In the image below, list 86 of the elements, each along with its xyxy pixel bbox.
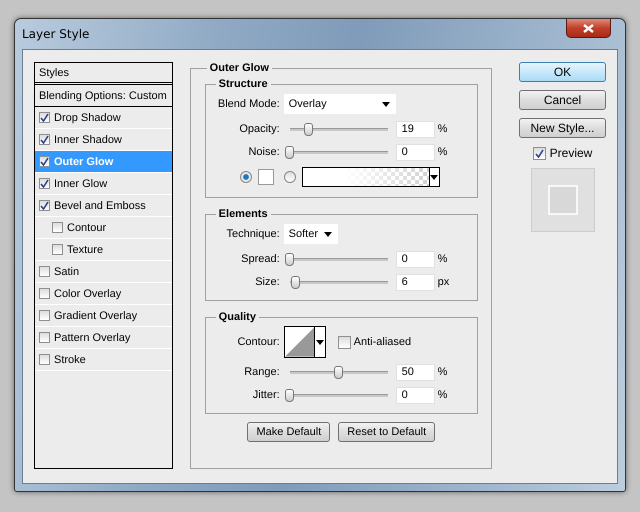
style-item[interactable]: Drop Shadow [35,107,172,129]
checkbox[interactable] [39,134,50,145]
radio-button[interactable] [240,171,252,183]
slider-label: Size: [254,276,281,288]
checkbox[interactable] [39,266,50,277]
value-field[interactable]: 0 [396,144,435,160]
field-label: Blend Mode: [216,98,281,110]
group-title: Structure [218,78,269,90]
style-item[interactable]: Satin [35,261,172,283]
slider-thumb[interactable] [304,122,313,136]
caret-icon [324,232,332,236]
checkbox[interactable] [39,288,50,299]
checkbox[interactable] [39,112,50,123]
slider-thumb[interactable] [285,146,294,158]
technique-dropdown[interactable]: Softer [284,224,338,244]
contour-picker[interactable] [284,326,326,358]
dialog-button[interactable]: OK [519,62,606,82]
checkmark-icon [534,148,544,158]
group-title: Quality [218,311,257,323]
close-icon [583,24,594,32]
checkbox[interactable] [39,178,50,189]
checkbox[interactable] [39,354,50,365]
slider-thumb[interactable] [285,388,294,402]
list-header: Styles [35,63,172,85]
style-item[interactable]: Texture [35,239,172,261]
checkbox[interactable] [532,146,546,160]
color-swatch[interactable] [258,169,274,185]
checkbox[interactable] [39,200,50,211]
caret-icon [316,340,324,344]
slider-thumb[interactable] [291,276,300,288]
checkbox-label: Anti-aliased [354,336,412,348]
caret-icon [430,174,438,180]
checkbox[interactable] [39,310,50,321]
value-field[interactable]: 6 [396,274,435,290]
checkbox[interactable] [52,222,63,233]
checkmark-icon [40,135,49,144]
value-field[interactable]: 0 [396,386,435,404]
panel-title: Outer Glow [208,62,270,74]
gradient-picker[interactable] [302,167,440,187]
panel-button[interactable]: Make Default [247,422,330,442]
checkmark-icon [40,157,49,166]
dialog-button[interactable]: Cancel [519,90,606,110]
checkmark-icon [40,179,49,188]
style-item[interactable]: Contour [35,217,172,239]
group-title: Elements [218,208,269,220]
style-item[interactable]: Color Overlay [35,283,172,305]
field-label: Contour: [236,336,281,348]
panel-button[interactable]: Reset to Default [338,422,436,442]
style-item[interactable]: Gradient Overlay [35,305,172,327]
window-title: Layer Style [22,27,90,41]
value-field[interactable]: 19 [396,120,435,138]
style-item[interactable]: Inner Glow [35,173,172,195]
blending-options-item[interactable]: Blending Options: Custom [35,85,172,107]
checkbox[interactable] [52,244,63,255]
square-icon [548,185,578,215]
radio-button[interactable] [284,171,296,183]
caret-icon [382,102,390,106]
checkbox-label: Preview [550,146,592,160]
checkmark-icon [40,201,49,210]
unit-label: % [438,123,448,135]
slider-label: Noise: [247,146,281,158]
slider-thumb[interactable] [334,366,344,378]
checkmark-icon [40,113,49,122]
value-field[interactable]: 0 [396,250,435,268]
checkbox[interactable] [338,336,351,348]
slider-label: Opacity: [238,123,281,135]
slider-label: Spread: [240,253,281,265]
contour-curve-icon [284,327,314,357]
unit-label: px [438,276,450,288]
blend-mode-dropdown[interactable]: Overlay [284,94,396,114]
checkbox[interactable] [39,156,50,167]
style-item[interactable]: Pattern Overlay [35,327,172,349]
style-item[interactable]: Bevel and Emboss [35,195,172,217]
slider-thumb[interactable] [285,252,294,266]
slider-label: Range: [243,366,281,378]
unit-label: % [438,389,448,401]
close-button[interactable] [566,19,611,38]
unit-label: % [438,146,448,158]
dialog-button[interactable]: New Style... [519,118,606,138]
unit-label: % [438,253,448,265]
unit-label: % [438,366,448,378]
checkbox[interactable] [39,332,50,343]
slider-label: Jitter: [252,389,281,401]
value-field[interactable]: 50 [396,364,435,380]
field-label: Technique: [225,228,281,240]
style-item[interactable]: Stroke [35,349,172,371]
